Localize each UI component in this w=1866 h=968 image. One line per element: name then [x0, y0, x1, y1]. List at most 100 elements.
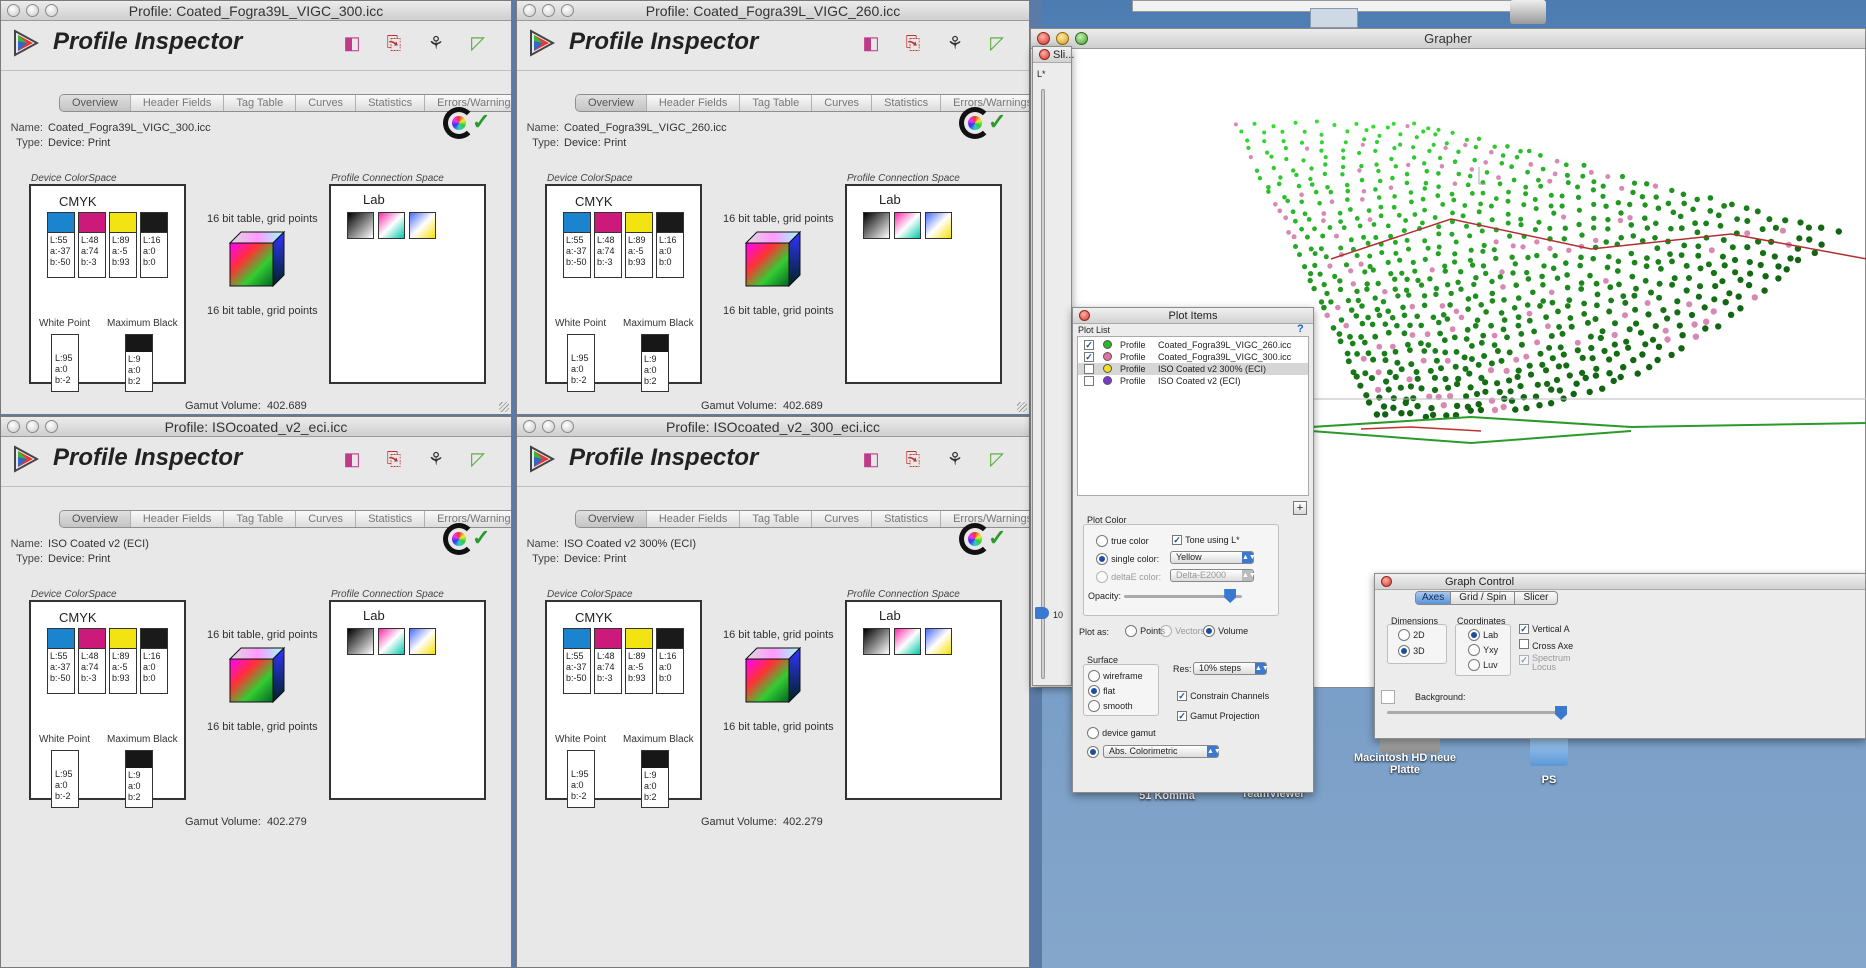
- tab-curves[interactable]: Curves: [812, 95, 873, 111]
- slicer-thumb[interactable]: [1035, 607, 1049, 619]
- window-titlebar[interactable]: Profile: ISOcoated_v2_eci.icc: [1, 417, 511, 437]
- tab-header-fields[interactable]: Header Fields: [647, 511, 741, 527]
- minimize-button[interactable]: [542, 4, 555, 17]
- tab-overview[interactable]: Overview: [60, 511, 131, 527]
- plot-list-row[interactable]: Profile ISO Coated v2 300% (ECI): [1078, 363, 1308, 375]
- tone-using-checkbox[interactable]: ✓: [1172, 535, 1182, 545]
- plot-row-checkbox[interactable]: ✓: [1084, 340, 1094, 350]
- export-icon[interactable]: ⎘: [380, 29, 408, 57]
- tab-curves[interactable]: Curves: [296, 95, 357, 111]
- minimize-button[interactable]: [26, 4, 39, 17]
- profile-info-icon[interactable]: ◧: [338, 29, 366, 57]
- gamut-icon[interactable]: ◸: [464, 445, 492, 473]
- grapher-titlebar[interactable]: Grapher: [1031, 29, 1865, 49]
- plot-row-checkbox[interactable]: ✓: [1084, 352, 1094, 362]
- cube-icon[interactable]: ◈: [506, 445, 511, 473]
- window-titlebar[interactable]: Profile: Coated_Fogra39L_VIGC_300.icc: [1, 1, 511, 21]
- 2d-radio[interactable]: [1398, 629, 1410, 642]
- close-button[interactable]: [1037, 32, 1050, 45]
- zoom-button[interactable]: [1075, 32, 1088, 45]
- device-gamut-radio[interactable]: [1087, 727, 1099, 740]
- hard-drive-label[interactable]: Macintosh HD neue Platte: [1342, 752, 1468, 776]
- plot-items-titlebar[interactable]: Plot Items: [1073, 308, 1313, 324]
- tab-axes[interactable]: Axes: [1416, 592, 1452, 604]
- zoom-button[interactable]: [45, 4, 58, 17]
- export-icon[interactable]: ⎘: [899, 445, 927, 473]
- tab-grid-spin[interactable]: Grid / Spin: [1451, 592, 1516, 604]
- delta-e-radio[interactable]: [1096, 571, 1108, 584]
- tab-statistics[interactable]: Statistics: [356, 511, 426, 527]
- slicer-track[interactable]: [1041, 89, 1045, 679]
- tab-header-fields[interactable]: Header Fields: [647, 95, 741, 111]
- export-icon[interactable]: ⎘: [380, 445, 408, 473]
- drive-icon-top[interactable]: [1510, 0, 1546, 24]
- tab-header-fields[interactable]: Header Fields: [131, 511, 225, 527]
- add-plot-item-button[interactable]: +: [1293, 501, 1307, 515]
- profile-info-icon[interactable]: ◧: [857, 445, 885, 473]
- single-color-radio[interactable]: [1096, 553, 1108, 566]
- intent-radio[interactable]: [1087, 746, 1099, 759]
- folder-icon[interactable]: [1530, 736, 1568, 766]
- tab-curves[interactable]: Curves: [296, 511, 357, 527]
- wireframe-radio[interactable]: [1088, 670, 1100, 683]
- gamut-icon[interactable]: ◸: [983, 445, 1011, 473]
- tab-overview[interactable]: Overview: [576, 95, 647, 111]
- cross-axes-checkbox[interactable]: [1519, 639, 1529, 649]
- tab-tag-table[interactable]: Tag Table: [740, 511, 813, 527]
- volume-radio[interactable]: [1203, 625, 1215, 638]
- tab-statistics[interactable]: Statistics: [356, 95, 426, 111]
- gamut-icon[interactable]: ◸: [983, 29, 1011, 57]
- close-button[interactable]: [523, 4, 536, 17]
- tab-curves[interactable]: Curves: [812, 511, 873, 527]
- spectrum-locus-checkbox[interactable]: ✓: [1519, 655, 1529, 665]
- resize-grip-icon[interactable]: [499, 402, 509, 412]
- window-titlebar[interactable]: Profile: ISOcoated_v2_300_eci.icc: [517, 417, 1029, 437]
- tab-overview[interactable]: Overview: [60, 95, 131, 111]
- gamut-projection-checkbox[interactable]: ✓: [1177, 711, 1187, 721]
- close-button[interactable]: [1381, 576, 1392, 587]
- export-icon[interactable]: ⎘: [899, 29, 927, 57]
- help-button[interactable]: ?: [1297, 323, 1304, 335]
- close-button[interactable]: [523, 420, 536, 433]
- close-button[interactable]: [7, 4, 20, 17]
- luv-radio[interactable]: [1468, 659, 1480, 672]
- plot-row-checkbox[interactable]: [1084, 376, 1094, 386]
- folder-label[interactable]: PS: [1530, 774, 1568, 786]
- vertical-axis-checkbox[interactable]: ✓: [1519, 624, 1529, 634]
- yxy-radio[interactable]: [1468, 644, 1480, 657]
- single-color-popup[interactable]: Yellow ▲▼: [1170, 551, 1256, 564]
- plot-list[interactable]: ✓ Profile Coated_Fogra39L_VIGC_260.icc ✓ Pro…: [1077, 336, 1309, 496]
- measure-icon[interactable]: ⚘: [422, 445, 450, 473]
- tab-tag-table[interactable]: Tag Table: [740, 95, 813, 111]
- gamut-icon[interactable]: ◸: [464, 29, 492, 57]
- tab-overview[interactable]: Overview: [576, 511, 647, 527]
- slicer-titlebar[interactable]: Sli...: [1033, 47, 1074, 63]
- close-button[interactable]: [1039, 49, 1050, 60]
- vectors-radio[interactable]: [1160, 625, 1172, 638]
- graph-control-titlebar[interactable]: Graph Control: [1375, 574, 1865, 590]
- opacity-slider-thumb[interactable]: [1224, 589, 1237, 603]
- tab-header-fields[interactable]: Header Fields: [131, 95, 225, 111]
- rendering-intent-popup[interactable]: Abs. Colorimetric ▲▼: [1103, 745, 1221, 758]
- background-slider-thumb[interactable]: [1555, 706, 1567, 720]
- delta-e-popup[interactable]: Delta-E2000 ▲▼: [1170, 569, 1256, 582]
- zoom-button[interactable]: [561, 420, 574, 433]
- 3d-radio[interactable]: [1398, 645, 1410, 658]
- smooth-radio[interactable]: [1088, 700, 1100, 713]
- profile-info-icon[interactable]: ◧: [338, 445, 366, 473]
- measure-icon[interactable]: ⚘: [422, 29, 450, 57]
- zoom-button[interactable]: [45, 420, 58, 433]
- tab-statistics[interactable]: Statistics: [872, 95, 942, 111]
- tab-statistics[interactable]: Statistics: [872, 511, 942, 527]
- resolution-popup[interactable]: 10% steps ▲▼: [1193, 662, 1269, 675]
- plot-row-checkbox[interactable]: [1084, 364, 1094, 374]
- background-slider-track[interactable]: [1387, 711, 1567, 714]
- constrain-channels-checkbox[interactable]: ✓: [1177, 691, 1187, 701]
- cube-icon[interactable]: ◈: [506, 29, 511, 57]
- tab-tag-table[interactable]: Tag Table: [224, 95, 297, 111]
- background-color-well[interactable]: [1381, 690, 1395, 704]
- zoom-button[interactable]: [561, 4, 574, 17]
- plot-list-row[interactable]: Profile ISO Coated v2 (ECI): [1084, 375, 1241, 387]
- plot-list-row[interactable]: ✓ Profile Coated_Fogra39L_VIGC_300.icc: [1084, 351, 1291, 363]
- plot-list-row[interactable]: ✓ Profile Coated_Fogra39L_VIGC_260.icc: [1084, 339, 1291, 351]
